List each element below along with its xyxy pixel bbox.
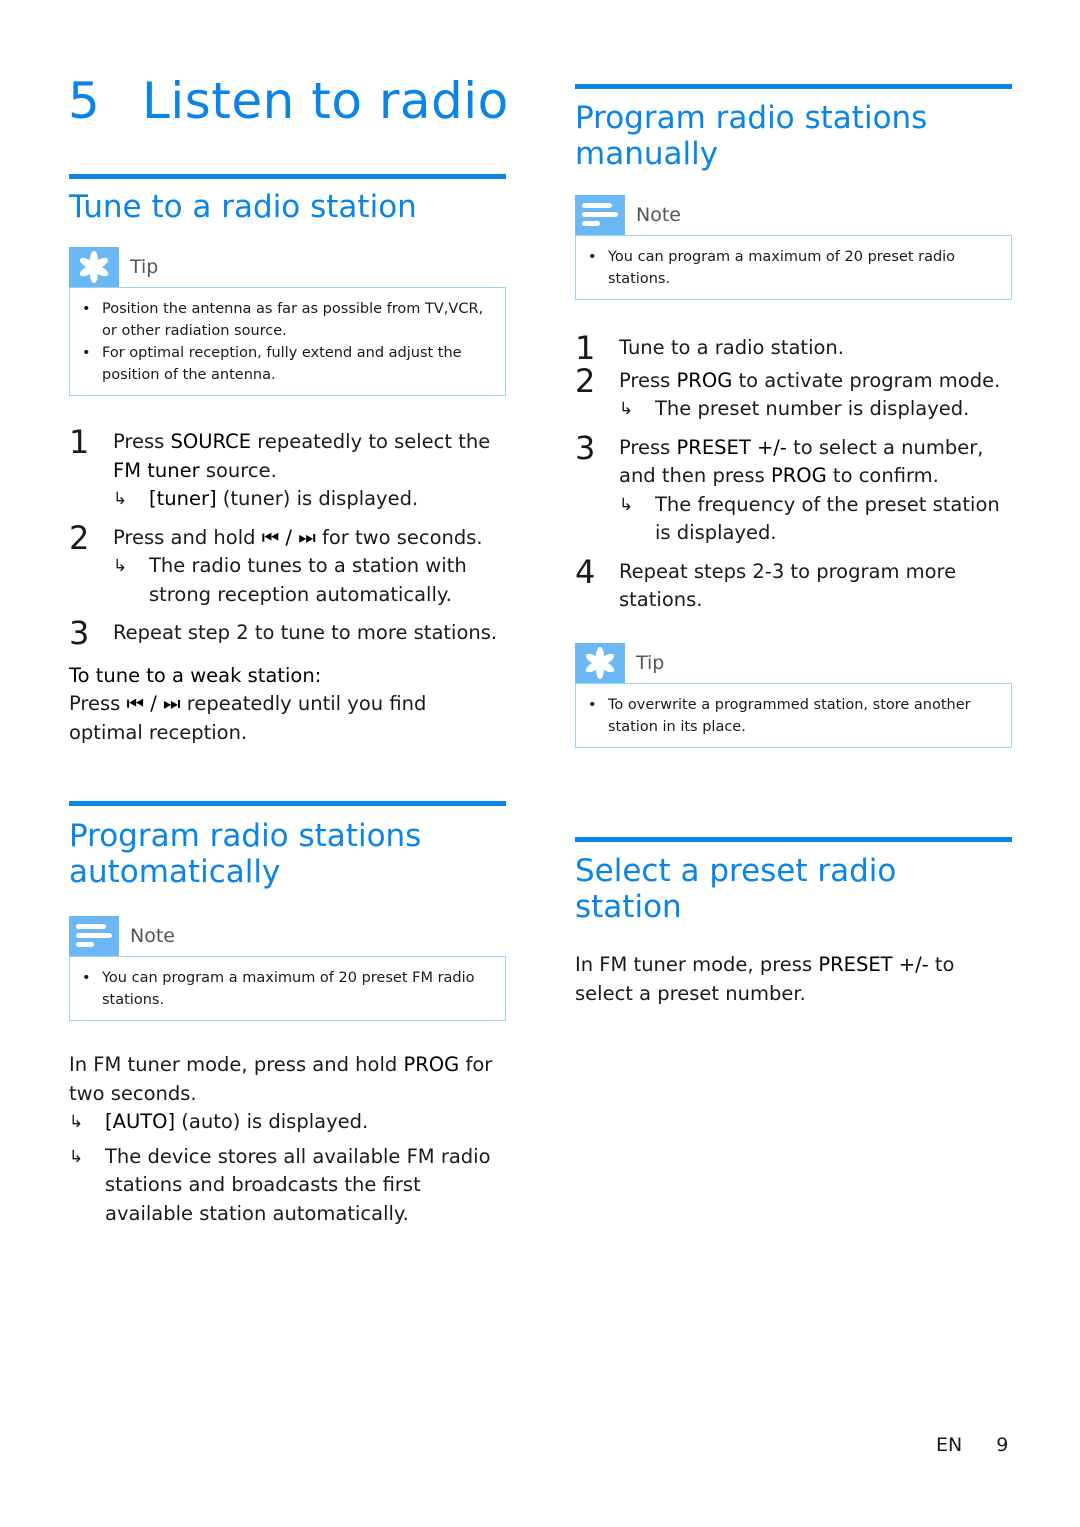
note-item: You can program a maximum of 20 preset F… xyxy=(82,967,495,1011)
step-1: 1 Press SOURCE repeatedly to select the … xyxy=(69,424,506,514)
result-arrow-icon: ↳ xyxy=(113,556,128,576)
key-fm-tuner: FM tuner xyxy=(113,458,200,482)
section-select: Select a preset radio station In FM tune… xyxy=(575,837,1012,1008)
chapter-title: 5 Listen to radio xyxy=(68,72,509,130)
section-tune: Tune to a radio station Tip Position the… xyxy=(69,174,506,747)
tip-asterisk-icon xyxy=(575,642,625,683)
result-arrow-icon: ↳ xyxy=(619,494,634,515)
tip-box: Tip To overwrite a programmed station, s… xyxy=(575,642,1012,748)
prev-next-icon: ⏮ / ⏭ xyxy=(261,525,316,549)
section-manual: Program radio stations manually Note You… xyxy=(575,84,1012,748)
page-number: 9 xyxy=(996,1434,1009,1456)
weak-station-heading: To tune to a weak station: xyxy=(69,663,322,687)
step-3: 3 Repeat step 2 to tune to more stations. xyxy=(69,614,498,652)
tip-item: To overwrite a programmed station, store… xyxy=(588,694,1001,738)
note-label: Note xyxy=(636,204,681,226)
result-arrow-icon: ↳ xyxy=(619,399,634,419)
section-rule xyxy=(69,174,506,179)
result-arrow-icon: ↳ xyxy=(69,1146,84,1167)
section-heading: Program radio stations automatically xyxy=(69,818,422,890)
tip-box: Tip Position the antenna as far as possi… xyxy=(69,247,506,396)
key-source: SOURCE xyxy=(170,430,252,453)
chapter-title-text: Listen to radio xyxy=(142,72,509,130)
section-heading: Tune to a radio station xyxy=(69,189,417,225)
auto-result: ↳ [AUTO] (auto) is displayed. xyxy=(69,1108,506,1137)
note-box: Note You can program a maximum of 20 pre… xyxy=(69,916,506,1021)
tip-item: Position the antenna as far as possible … xyxy=(82,298,495,342)
step-2: 2 Press PROG to activate program mode. ↳… xyxy=(575,363,1012,424)
tip-label: Tip xyxy=(130,256,159,278)
section-rule xyxy=(575,837,1012,842)
tip-asterisk-icon xyxy=(69,247,119,287)
note-item: You can program a maximum of 20 preset r… xyxy=(588,246,1001,290)
page-footer: EN 9 xyxy=(936,1434,1008,1456)
section-rule xyxy=(575,84,1012,89)
note-box: Note You can program a maximum of 20 pre… xyxy=(575,195,1012,300)
result-arrow-icon: ↳ xyxy=(113,489,128,509)
language-code: EN xyxy=(936,1434,963,1456)
section-rule xyxy=(69,801,506,806)
select-instruction: In FM tuner mode, press PRESET +/- to se… xyxy=(575,953,955,1005)
prev-next-icon: ⏮ / ⏭ xyxy=(126,692,181,715)
step-result: ↳ [tuner] (tuner) is displayed. xyxy=(113,485,506,514)
chapter-number: 5 xyxy=(68,72,101,130)
step-3: 3 Press PRESET +/- to select a number, a… xyxy=(575,430,1012,548)
tip-label: Tip xyxy=(636,651,665,674)
tip-item: For optimal reception, fully extend and … xyxy=(82,342,495,386)
step-1: 1 Tune to a radio station. xyxy=(575,329,844,367)
note-lines-icon xyxy=(69,916,119,956)
step-result: ↳ The preset number is displayed. xyxy=(619,395,1012,424)
step-result: ↳ The frequency of the preset station is … xyxy=(619,492,1000,545)
step-2: 2 Press and hold ⏮ / ⏭ for two seconds. … xyxy=(69,520,506,610)
section-heading: Program radio stations manually xyxy=(575,100,928,172)
result-arrow-icon: ↳ xyxy=(69,1112,84,1132)
section-heading: Select a preset radio station xyxy=(575,853,897,925)
step-4: 4 Repeat steps 2-3 to program more statio… xyxy=(575,552,957,612)
note-lines-icon xyxy=(575,195,625,235)
auto-instruction: In FM tuner mode, press and hold PROG fo… xyxy=(69,1053,493,1105)
weak-station-text: Press ⏮ / ⏭ repeatedly until you find op… xyxy=(69,692,427,744)
section-auto: Program radio stations automatically Not… xyxy=(69,801,506,1228)
note-label: Note xyxy=(130,925,175,947)
step-result: ↳ The radio tunes to a station with stron… xyxy=(113,554,467,606)
auto-result: ↳ The device stores all available FM radi… xyxy=(69,1144,491,1225)
